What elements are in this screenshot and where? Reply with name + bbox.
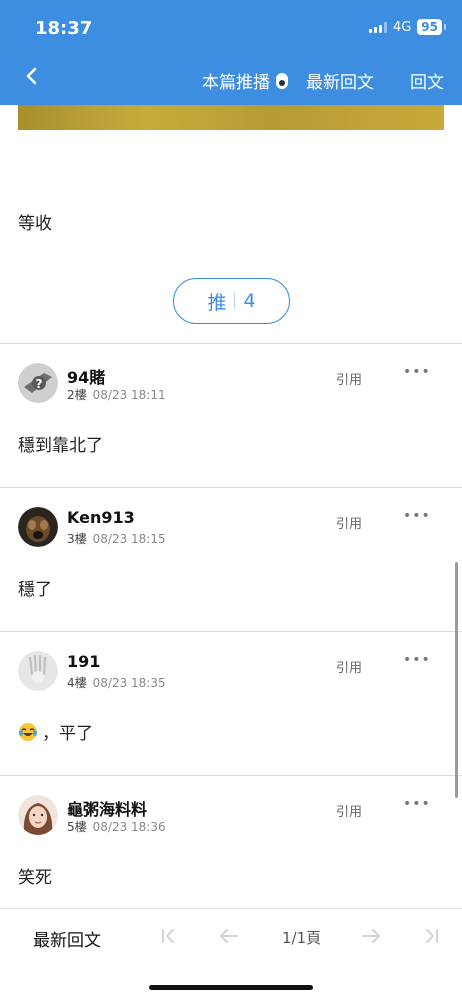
comment-author[interactable]: Ken913 bbox=[67, 508, 135, 527]
app-header: 18:37 4G 95 本篇推播 最新回文 回文 bbox=[0, 0, 462, 105]
home-indicator bbox=[149, 985, 313, 990]
push-button[interactable]: 推 4 bbox=[173, 278, 290, 324]
push-label: 推 bbox=[207, 291, 227, 314]
comment-author[interactable]: 191 bbox=[67, 652, 100, 671]
quote-button[interactable]: 引用 bbox=[336, 513, 362, 532]
quote-button[interactable]: 引用 bbox=[336, 657, 362, 676]
svg-text:?: ? bbox=[36, 377, 43, 391]
footer-latest-button[interactable]: 最新回文 bbox=[33, 926, 101, 951]
scrollbar[interactable] bbox=[455, 562, 458, 798]
comment-body: ，平了 bbox=[42, 724, 93, 744]
prev-page-icon[interactable] bbox=[218, 925, 240, 947]
post-body-text: 等收 bbox=[18, 214, 52, 234]
comment-time: 08/23 18:36 bbox=[92, 820, 166, 834]
comment-item: Ken913 3樓 08/23 18:15 引用 ••• 穩了 bbox=[0, 488, 462, 631]
comment-item: 191 4樓 08/23 18:35 引用 ••• ，平了 bbox=[0, 632, 462, 775]
post-image[interactable] bbox=[18, 105, 444, 130]
back-button[interactable] bbox=[20, 64, 44, 88]
comment-author[interactable]: 龜粥海料料 bbox=[67, 796, 147, 820]
comment-time: 08/23 18:15 bbox=[92, 532, 166, 546]
comment-floor: 2樓 bbox=[67, 388, 87, 402]
page-indicator[interactable]: 1/1頁 bbox=[282, 927, 321, 948]
comment-body: 穩了 bbox=[18, 580, 52, 600]
more-icon[interactable]: ••• bbox=[403, 652, 431, 668]
avatar[interactable] bbox=[18, 507, 58, 547]
quote-button[interactable]: 引用 bbox=[336, 369, 362, 388]
comment-item: 龜粥海料料 5樓 08/23 18:36 引用 ••• 笑死 bbox=[0, 776, 462, 919]
comment-time: 08/23 18:11 bbox=[92, 388, 166, 402]
quote-button[interactable]: 引用 bbox=[336, 801, 362, 820]
avatar[interactable] bbox=[18, 795, 58, 835]
more-icon[interactable]: ••• bbox=[403, 796, 431, 812]
status-time: 18:37 bbox=[35, 18, 93, 39]
comment-body: 笑死 bbox=[18, 868, 52, 888]
comment-floor: 3樓 bbox=[67, 532, 87, 546]
latest-replies-button[interactable]: 最新回文 bbox=[306, 68, 374, 93]
first-page-icon[interactable] bbox=[158, 925, 180, 947]
status-bar-right: 4G 95 bbox=[368, 19, 446, 35]
comment-meta: 2樓 08/23 18:11 bbox=[67, 386, 166, 403]
comment-body-row: ，平了 bbox=[18, 719, 93, 744]
comment-meta: 5樓 08/23 18:36 bbox=[67, 818, 166, 835]
header-nav: 本篇推播 最新回文 回文 bbox=[202, 68, 444, 93]
comment-floor: 5樓 bbox=[67, 820, 87, 834]
chevron-left-icon bbox=[26, 67, 37, 85]
push-notify-toggle[interactable] bbox=[276, 72, 288, 89]
next-page-icon[interactable] bbox=[360, 925, 382, 947]
comment-time: 08/23 18:35 bbox=[92, 676, 166, 690]
comment-item: ? 94賭 2樓 08/23 18:11 引用 ••• 穩到靠北了 bbox=[0, 344, 462, 487]
tears-of-joy-emoji-icon bbox=[19, 722, 37, 741]
last-page-icon[interactable] bbox=[420, 925, 442, 947]
signal-icon bbox=[368, 21, 387, 33]
push-notify-label: 本篇推播 bbox=[202, 73, 270, 93]
reply-button[interactable]: 回文 bbox=[410, 68, 444, 93]
more-icon[interactable]: ••• bbox=[403, 508, 431, 524]
push-count: 4 bbox=[243, 290, 256, 312]
battery-icon: 95 bbox=[417, 19, 446, 35]
push-separator bbox=[234, 293, 236, 309]
avatar[interactable] bbox=[18, 651, 58, 691]
network-type: 4G bbox=[392, 19, 412, 35]
comment-author[interactable]: 94賭 bbox=[67, 364, 105, 388]
comment-body: 穩到靠北了 bbox=[18, 436, 103, 456]
pagination-footer: 最新回文 1/1頁 bbox=[0, 909, 462, 1000]
comment-floor: 4樓 bbox=[67, 676, 87, 690]
more-icon[interactable]: ••• bbox=[403, 364, 431, 380]
comment-meta: 4樓 08/23 18:35 bbox=[67, 674, 166, 691]
avatar[interactable]: ? bbox=[18, 363, 58, 403]
comment-meta: 3樓 08/23 18:15 bbox=[67, 530, 166, 547]
